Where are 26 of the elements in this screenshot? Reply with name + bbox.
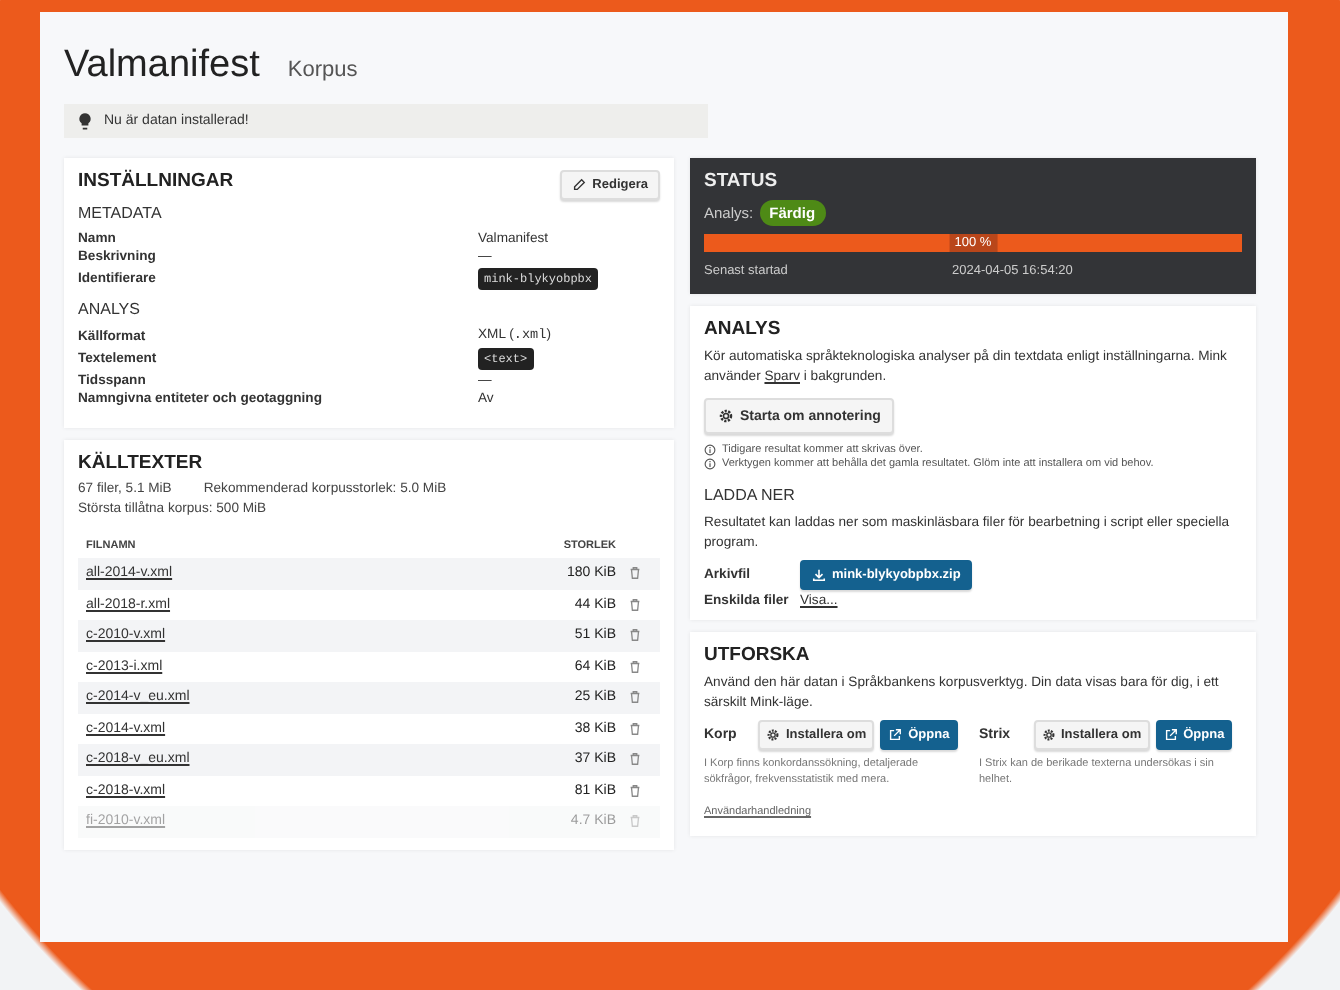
download-icon <box>812 568 826 582</box>
trash-icon[interactable] <box>627 752 641 767</box>
external-link-icon <box>888 728 903 742</box>
page-title: Valmanifest <box>64 44 260 88</box>
external-link-icon <box>1163 728 1178 742</box>
card-title: INSTÄLLNINGAR <box>78 170 234 192</box>
lightbulb-icon <box>76 112 94 130</box>
gear-icon <box>718 408 734 424</box>
gear-icon <box>1041 728 1055 742</box>
trash-icon[interactable] <box>627 690 641 705</box>
section-heading: ANALYS <box>78 300 142 318</box>
card-title: UTFORSKA <box>704 644 812 666</box>
section-heading: METADATA <box>78 204 164 222</box>
pencil-icon <box>572 178 587 192</box>
trash-icon[interactable] <box>627 628 641 643</box>
card-title: KÄLLTEXTER <box>78 452 205 474</box>
trash-icon[interactable] <box>627 659 641 674</box>
trash-icon[interactable] <box>627 597 641 612</box>
page-subtitle: Korpus <box>287 58 358 82</box>
trash-icon[interactable] <box>627 783 641 798</box>
trash-icon[interactable] <box>627 566 641 581</box>
trash-icon[interactable] <box>627 721 641 736</box>
card-title: ANALYS <box>704 318 783 340</box>
gear-icon <box>766 728 780 742</box>
card-title: STATUS <box>704 170 780 192</box>
section-heading: LADDA NER <box>704 486 797 504</box>
